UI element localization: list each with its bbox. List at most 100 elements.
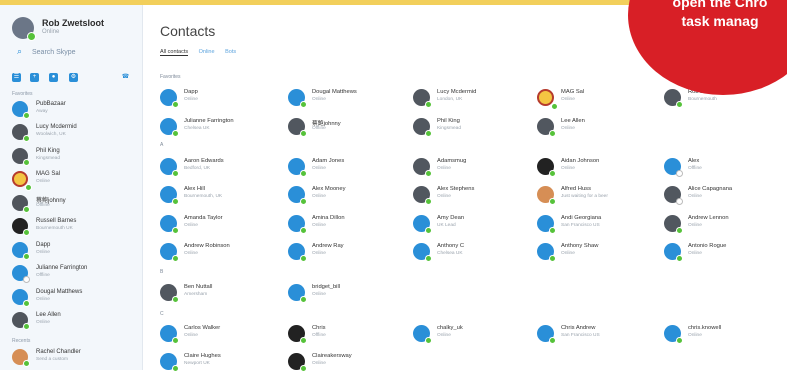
contact-card[interactable]: 蔡鲍johnny Offline [288,116,400,137]
contact-card[interactable]: Andrew Ray Online [288,241,400,262]
search-input[interactable]: ⌕ Search Skype [17,46,127,61]
sidebar-item[interactable]: PubBazaar Away [12,99,137,119]
contact-card[interactable]: Ben Nuttall Amersham [160,282,272,303]
contact-card[interactable]: Chris Andrew San Francisco US [537,323,649,344]
contact-card[interactable]: Claireakersway Online [288,351,400,372]
sidebar-item[interactable]: Dapp Online [12,240,137,260]
contact-status: Online [312,97,326,102]
sidebar-item[interactable]: 蔡鲍johnny Offline [12,193,137,213]
contact-card[interactable]: Carlos Walker Online [160,323,272,344]
current-user[interactable]: Rob Zwetsloot Online [12,15,137,43]
contact-card[interactable]: Antonio Rogue Online [664,241,776,262]
contact-avatar [537,158,556,177]
section-recent: Recents [12,338,31,344]
contact-card[interactable]: Amina Dillon Online [288,213,400,234]
contact-card[interactable]: Alice Capagnana Online [664,184,776,205]
contact-card[interactable]: Alex Hill Bournemouth, UK [160,184,272,205]
contact-card[interactable]: Andrew Robinson Online [160,241,272,262]
contact-name: Dapp [184,89,198,95]
contact-name: Rachel Chandler [36,349,81,355]
contact-avatar [160,243,179,262]
contact-card[interactable]: Dapp Online [160,87,272,108]
contact-name: Lucy Mcdermid [437,89,477,95]
contact-status: Offline [312,126,326,131]
contact-card[interactable]: MAG Sal Online [537,87,649,110]
overlay-line: open the Chro [672,0,768,10]
contact-avatar [537,186,556,205]
sidebar-item[interactable]: Lucy Mcdermid Woolwich, UK [12,122,137,142]
contact-status: Online [561,166,575,171]
messages-icon[interactable]: ● [49,73,58,82]
contact-card[interactable]: Aaron Edwards Bedford, UK [160,156,272,177]
contact-avatar [413,186,432,205]
contact-card[interactable]: Amanda Taylor Online [160,213,272,234]
contact-avatar [288,325,307,344]
contact-card[interactable]: Claire Hughes Newport UK [160,351,272,372]
tab-all-contacts[interactable]: All contacts [160,49,189,56]
contact-status: Online [561,97,575,102]
page-title: Contacts [160,23,216,39]
contact-name: Alex Mooney [312,186,346,192]
contact-status: Online [184,97,198,102]
contact-avatar [288,353,307,372]
phone-icon[interactable]: ☎ [121,73,130,82]
contact-card[interactable]: Adamsmug Online [413,156,525,177]
contact-status: Offline [36,203,50,208]
contact-avatar [12,124,30,142]
contact-status: Online [312,251,326,256]
tab-bots[interactable]: Bots [225,49,236,55]
contact-card[interactable]: Alex Stephens Online [413,184,525,205]
settings-icon[interactable]: ⚙ [69,73,78,82]
contact-card[interactable]: Adam Jones Online [288,156,400,177]
sidebar-item[interactable]: Julianne Farrington Offline [12,263,137,283]
contact-status: Online [561,126,575,131]
sidebar-item[interactable]: Rachel Chandler Send a custom [12,347,137,367]
sidebar-item[interactable]: Dougal Matthews Online [12,287,137,307]
contact-status: Offline [36,273,50,278]
contact-status: Online [437,194,451,199]
contact-card[interactable]: Julianne Farrington Chelsea UK [160,116,272,137]
contact-status: Online [437,333,451,338]
contact-avatar [537,89,558,110]
contact-status: Chelsea UK [437,251,463,256]
contact-card[interactable]: Alex Mooney Online [288,184,400,205]
contact-card[interactable]: Dougal Matthews Online [288,87,400,108]
contact-card[interactable]: Lucy Mcdermid London, UK [413,87,525,108]
contact-status: Online [36,320,50,325]
add-contact-icon[interactable]: + [30,73,39,82]
contact-status: Online [688,251,702,256]
contact-name: Antonio Rogue [688,243,727,249]
contact-name: Aaron Edwards [184,158,224,164]
contact-avatar [160,118,179,137]
contact-card[interactable]: Alex Offline [664,156,776,177]
contact-card[interactable]: Alfred Huss Just waiting for a beer [537,184,649,205]
contact-avatar [288,118,307,137]
sidebar-item[interactable]: Phil King Kingsmead [12,146,137,166]
contact-avatar [288,284,307,303]
contact-card[interactable]: chris.knowell Online [664,323,776,344]
contact-status: San Francisco US [561,223,600,228]
contact-card[interactable]: chalky_uk Online [413,323,525,344]
contact-name: Alex Stephens [437,186,475,192]
contact-card[interactable]: Phil King Kingsmead [413,116,525,137]
contact-card[interactable]: Andrew Lennon Online [664,213,776,234]
contact-card[interactable]: Chris Offline [288,323,400,344]
contacts-icon[interactable]: ☰ [12,73,21,82]
tab-online[interactable]: Online [199,49,215,55]
contact-status: Kingsmead [36,156,60,161]
contact-avatar [12,312,30,330]
sidebar-item[interactable]: Lee Allen Online [12,310,137,330]
contact-avatar [12,289,30,307]
contact-avatar [664,215,683,234]
contact-card[interactable]: Anthony C Chelsea UK [413,241,525,262]
user-avatar [12,17,36,41]
contacts-tabs: All contacts Online Bots [160,49,245,59]
contact-card[interactable]: bridget_bill Online [288,282,400,303]
sidebar-item[interactable]: MAG Sal Online [12,169,137,191]
contact-card[interactable]: Amy Dean UK Lead [413,213,525,234]
contact-card[interactable]: Andi Georgiana San Francisco US [537,213,649,234]
contact-card[interactable]: Anthony Shaw Online [537,241,649,262]
sidebar-item[interactable]: Russell Barnes Bournemouth UK [12,216,137,236]
contact-card[interactable]: Lee Allen Online [537,116,649,137]
contact-card[interactable]: Aidan Johnson Online [537,156,649,177]
